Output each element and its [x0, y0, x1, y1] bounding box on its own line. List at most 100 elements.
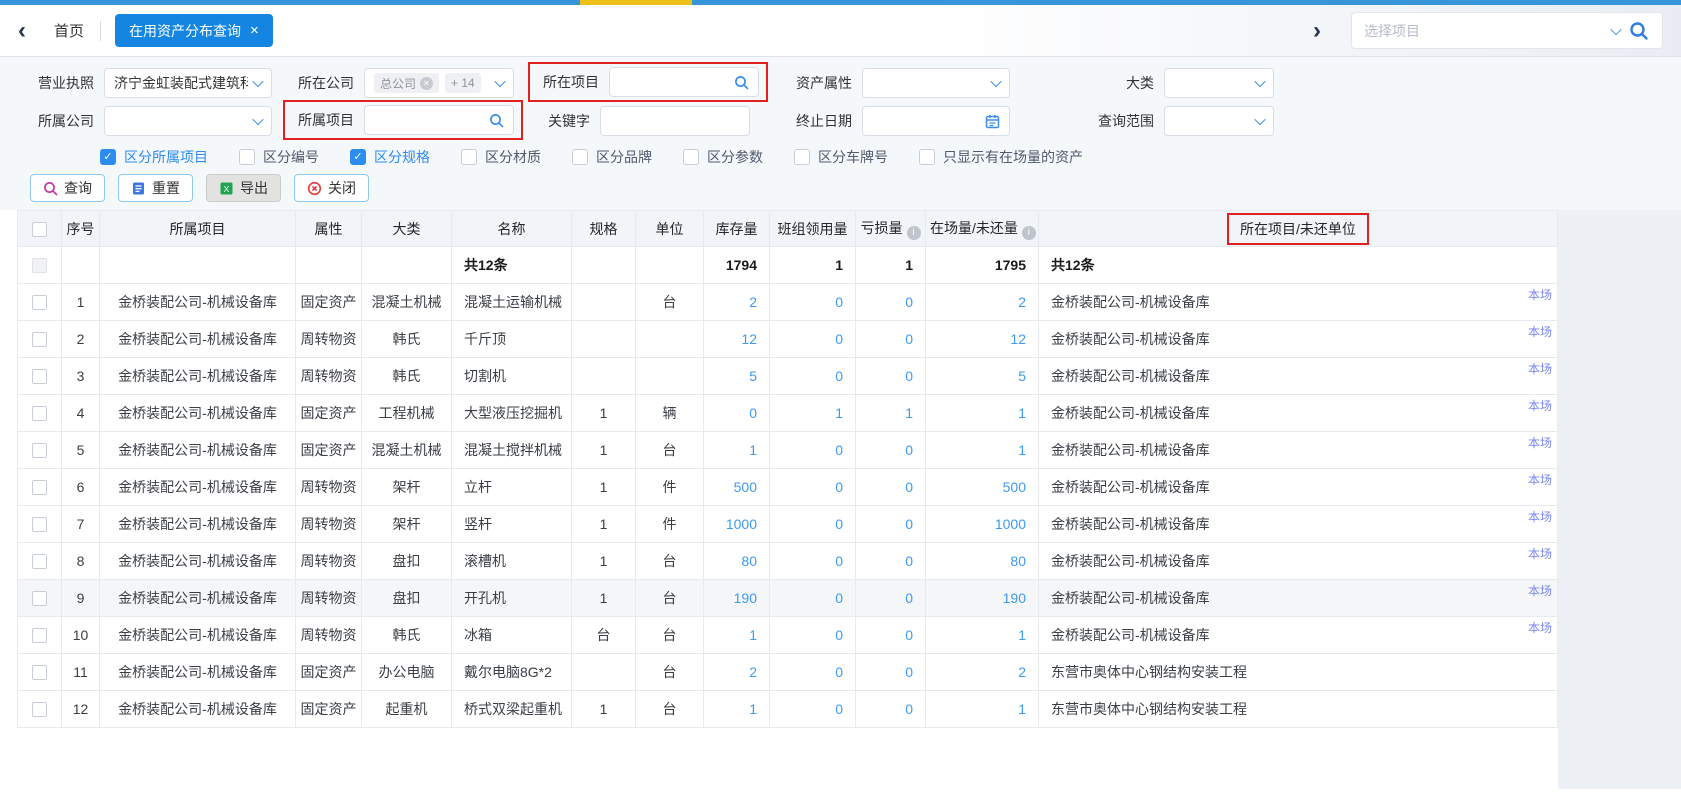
- major-category-select[interactable]: [1164, 68, 1274, 98]
- cell-loss-qty[interactable]: 0: [856, 469, 926, 506]
- row-checkbox[interactable]: [32, 295, 47, 310]
- checkbox-icon[interactable]: [461, 149, 477, 165]
- cell-onsite-qty[interactable]: 80: [926, 543, 1039, 580]
- cell-team-qty[interactable]: 0: [770, 469, 856, 506]
- cell-loss-qty[interactable]: 0: [856, 358, 926, 395]
- back-chevron-icon[interactable]: ‹: [18, 19, 26, 43]
- onsite-link[interactable]: 本场: [1528, 286, 1552, 303]
- onsite-link[interactable]: 本场: [1528, 397, 1552, 414]
- checkbox-icon[interactable]: [794, 149, 810, 165]
- onsite-link[interactable]: 本场: [1528, 323, 1552, 340]
- checkbox-distinguish-number[interactable]: 区分编号: [239, 147, 319, 167]
- checkbox-icon[interactable]: [919, 149, 935, 165]
- checkbox-icon[interactable]: [239, 149, 255, 165]
- tab-active-asset-query[interactable]: 在用资产分布查询 ×: [115, 14, 273, 47]
- checkbox-icon[interactable]: [572, 149, 588, 165]
- close-button[interactable]: 关闭: [294, 174, 369, 202]
- query-button[interactable]: 查询: [30, 174, 105, 202]
- checkbox-distinguish-plate-number[interactable]: 区分车牌号: [794, 147, 888, 167]
- cell-loss-qty[interactable]: 0: [856, 580, 926, 617]
- cell-loss-qty[interactable]: 0: [856, 506, 926, 543]
- cell-stock-qty[interactable]: 1000: [704, 506, 770, 543]
- cell-loss-qty[interactable]: 0: [856, 654, 926, 691]
- cell-stock-qty[interactable]: 2: [704, 654, 770, 691]
- cell-onsite-qty[interactable]: 1: [926, 617, 1039, 654]
- cell-onsite-qty[interactable]: 1: [926, 395, 1039, 432]
- cell-onsite-qty[interactable]: 1: [926, 691, 1039, 728]
- owning-company-select[interactable]: [104, 106, 272, 136]
- current-project-input[interactable]: [609, 67, 759, 97]
- cell-onsite-qty[interactable]: 190: [926, 580, 1039, 617]
- row-checkbox[interactable]: [32, 406, 47, 421]
- cell-team-qty[interactable]: 0: [770, 543, 856, 580]
- cell-team-qty[interactable]: 1: [770, 395, 856, 432]
- project-select-box[interactable]: 选择项目: [1351, 12, 1663, 49]
- cell-stock-qty[interactable]: 190: [704, 580, 770, 617]
- row-checkbox[interactable]: [32, 628, 47, 643]
- business-license-select[interactable]: 济宁金虹装配式建筑科技: [104, 68, 272, 98]
- cell-team-qty[interactable]: 0: [770, 358, 856, 395]
- onsite-link[interactable]: 本场: [1528, 508, 1552, 525]
- onsite-link[interactable]: 本场: [1528, 582, 1552, 599]
- cell-onsite-qty[interactable]: 1000: [926, 506, 1039, 543]
- cell-onsite-qty[interactable]: 500: [926, 469, 1039, 506]
- cell-stock-qty[interactable]: 1: [704, 691, 770, 728]
- onsite-link[interactable]: 本场: [1528, 545, 1552, 562]
- asset-attribute-select[interactable]: [862, 68, 1010, 98]
- cell-stock-qty[interactable]: 0: [704, 395, 770, 432]
- forward-chevron-icon[interactable]: ›: [1313, 19, 1321, 43]
- cell-loss-qty[interactable]: 0: [856, 432, 926, 469]
- cell-team-qty[interactable]: 0: [770, 617, 856, 654]
- cell-onsite-qty[interactable]: 12: [926, 321, 1039, 358]
- end-date-input[interactable]: [862, 106, 1010, 136]
- current-company-select[interactable]: 总公司✕+ 14: [364, 68, 514, 98]
- cell-team-qty[interactable]: 0: [770, 506, 856, 543]
- checkbox-distinguish-brand[interactable]: 区分品牌: [572, 147, 652, 167]
- tab-home[interactable]: 首页: [54, 20, 84, 41]
- cell-stock-qty[interactable]: 2: [704, 284, 770, 321]
- cell-onsite-qty[interactable]: 5: [926, 358, 1039, 395]
- row-checkbox[interactable]: [32, 443, 47, 458]
- onsite-link[interactable]: 本场: [1528, 360, 1552, 377]
- checkbox-distinguish-owning-project[interactable]: ✓区分所属项目: [100, 147, 208, 167]
- cell-onsite-qty[interactable]: 2: [926, 654, 1039, 691]
- row-checkbox[interactable]: [32, 480, 47, 495]
- cell-loss-qty[interactable]: 0: [856, 543, 926, 580]
- remove-tag-icon[interactable]: ✕: [420, 77, 433, 90]
- onsite-link[interactable]: 本场: [1528, 619, 1552, 636]
- export-button[interactable]: X导出: [206, 174, 281, 202]
- close-tab-icon[interactable]: ×: [250, 23, 259, 38]
- checkbox-icon[interactable]: ✓: [350, 149, 366, 165]
- cell-onsite-qty[interactable]: 2: [926, 284, 1039, 321]
- keyword-input[interactable]: [600, 106, 750, 136]
- row-checkbox[interactable]: [32, 591, 47, 606]
- info-icon[interactable]: i: [907, 226, 921, 240]
- cell-loss-qty[interactable]: 1: [856, 395, 926, 432]
- cell-team-qty[interactable]: 0: [770, 691, 856, 728]
- reset-button[interactable]: 重置: [118, 174, 193, 202]
- row-checkbox[interactable]: [32, 517, 47, 532]
- cell-team-qty[interactable]: 0: [770, 580, 856, 617]
- cell-loss-qty[interactable]: 0: [856, 321, 926, 358]
- cell-team-qty[interactable]: 0: [770, 654, 856, 691]
- row-checkbox[interactable]: [32, 665, 47, 680]
- onsite-link[interactable]: 本场: [1528, 471, 1552, 488]
- row-checkbox[interactable]: [32, 702, 47, 717]
- cell-stock-qty[interactable]: 80: [704, 543, 770, 580]
- checkbox-icon[interactable]: [683, 149, 699, 165]
- cell-loss-qty[interactable]: 0: [856, 691, 926, 728]
- row-checkbox[interactable]: [32, 332, 47, 347]
- cell-stock-qty[interactable]: 1: [704, 617, 770, 654]
- cell-stock-qty[interactable]: 1: [704, 432, 770, 469]
- row-checkbox[interactable]: [32, 369, 47, 384]
- search-icon[interactable]: [1628, 20, 1650, 42]
- row-checkbox[interactable]: [32, 554, 47, 569]
- info-icon[interactable]: i: [1022, 226, 1036, 240]
- checkbox-icon[interactable]: ✓: [100, 149, 116, 165]
- cell-team-qty[interactable]: 0: [770, 432, 856, 469]
- checkbox-distinguish-parameter[interactable]: 区分参数: [683, 147, 763, 167]
- checkbox-distinguish-material[interactable]: 区分材质: [461, 147, 541, 167]
- select-all-checkbox[interactable]: [32, 222, 47, 237]
- cell-stock-qty[interactable]: 5: [704, 358, 770, 395]
- cell-stock-qty[interactable]: 12: [704, 321, 770, 358]
